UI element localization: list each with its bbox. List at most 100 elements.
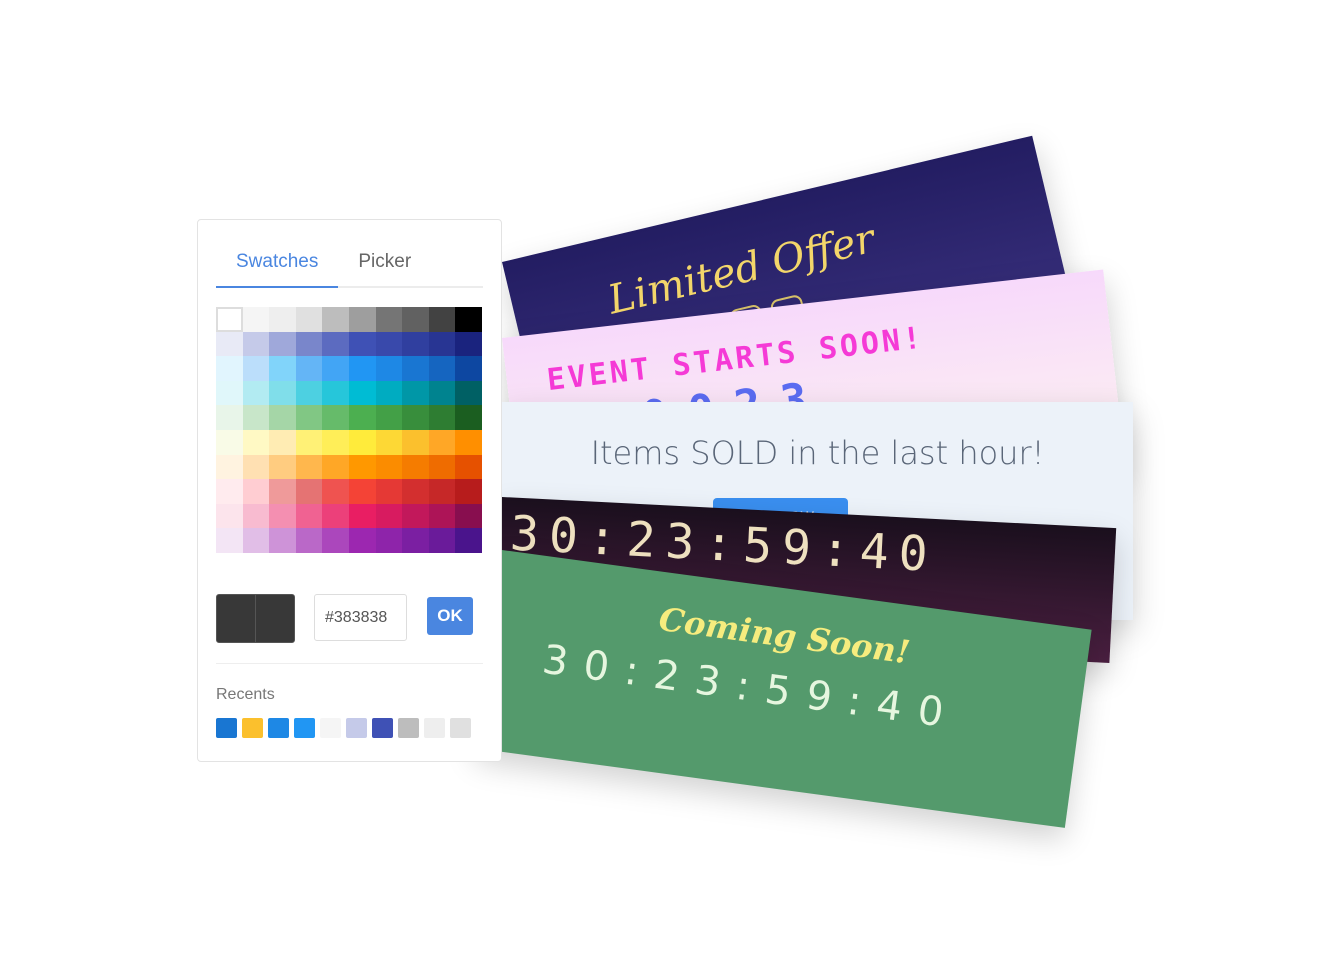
color-swatch[interactable] xyxy=(349,479,376,504)
color-swatch[interactable] xyxy=(455,454,482,480)
color-swatch[interactable] xyxy=(295,479,323,504)
color-swatch[interactable] xyxy=(402,380,429,406)
color-swatch[interactable] xyxy=(322,331,349,357)
color-swatch[interactable] xyxy=(269,454,296,480)
color-swatch[interactable] xyxy=(402,454,429,480)
color-swatch[interactable] xyxy=(295,380,323,406)
recent-color-swatch[interactable] xyxy=(216,718,237,738)
recent-color-swatch[interactable] xyxy=(242,718,263,738)
color-swatch[interactable] xyxy=(402,528,429,553)
color-swatch[interactable] xyxy=(216,356,243,381)
color-swatch[interactable] xyxy=(216,503,243,529)
color-swatch[interactable] xyxy=(216,454,243,480)
color-swatch[interactable] xyxy=(375,503,403,529)
color-swatch[interactable] xyxy=(375,356,403,381)
color-swatch[interactable] xyxy=(216,380,243,406)
color-swatch[interactable] xyxy=(295,528,323,553)
recent-color-swatch[interactable] xyxy=(294,718,315,738)
color-swatch[interactable] xyxy=(322,380,349,406)
color-swatch[interactable] xyxy=(428,307,456,332)
color-swatch[interactable] xyxy=(428,331,456,357)
color-swatch[interactable] xyxy=(269,380,296,406)
color-swatch[interactable] xyxy=(402,405,429,430)
color-swatch[interactable] xyxy=(269,356,296,381)
color-swatch[interactable] xyxy=(428,430,456,455)
color-swatch[interactable] xyxy=(428,528,456,553)
color-swatch[interactable] xyxy=(402,307,429,332)
color-swatch[interactable] xyxy=(242,503,270,529)
color-swatch[interactable] xyxy=(455,479,482,504)
color-swatch[interactable] xyxy=(349,380,376,406)
color-swatch[interactable] xyxy=(428,503,456,529)
color-swatch[interactable] xyxy=(375,528,403,553)
color-swatch[interactable] xyxy=(295,307,323,332)
color-swatch[interactable] xyxy=(269,307,296,332)
color-swatch[interactable] xyxy=(402,331,429,357)
tab-picker[interactable]: Picker xyxy=(338,242,431,288)
color-swatch[interactable] xyxy=(242,479,270,504)
color-swatch[interactable] xyxy=(322,405,349,430)
color-swatch[interactable] xyxy=(375,380,403,406)
color-swatch[interactable] xyxy=(216,528,243,553)
color-swatch[interactable] xyxy=(216,307,243,332)
color-swatch[interactable] xyxy=(242,430,270,455)
color-swatch[interactable] xyxy=(375,307,403,332)
recent-color-swatch[interactable] xyxy=(268,718,289,738)
color-swatch[interactable] xyxy=(242,380,270,406)
tab-swatches[interactable]: Swatches xyxy=(216,242,339,288)
color-swatch[interactable] xyxy=(402,479,429,504)
color-swatch[interactable] xyxy=(322,528,349,553)
recent-color-swatch[interactable] xyxy=(346,718,367,738)
color-swatch[interactable] xyxy=(375,454,403,480)
color-swatch[interactable] xyxy=(428,479,456,504)
color-swatch[interactable] xyxy=(242,331,270,357)
color-swatch[interactable] xyxy=(269,503,296,529)
color-swatch[interactable] xyxy=(349,503,376,529)
recent-color-swatch[interactable] xyxy=(450,718,471,738)
color-swatch[interactable] xyxy=(295,356,323,381)
color-swatch[interactable] xyxy=(455,380,482,406)
color-swatch[interactable] xyxy=(269,331,296,357)
color-swatch[interactable] xyxy=(242,307,270,332)
color-swatch[interactable] xyxy=(349,331,376,357)
color-swatch[interactable] xyxy=(269,528,296,553)
color-swatch[interactable] xyxy=(375,479,403,504)
color-swatch[interactable] xyxy=(349,405,376,430)
color-swatch[interactable] xyxy=(322,479,349,504)
recent-color-swatch[interactable] xyxy=(398,718,419,738)
recent-color-swatch[interactable] xyxy=(320,718,341,738)
color-swatch[interactable] xyxy=(455,430,482,455)
color-swatch[interactable] xyxy=(322,430,349,455)
color-swatch[interactable] xyxy=(402,356,429,381)
color-swatch[interactable] xyxy=(455,405,482,430)
color-swatch[interactable] xyxy=(455,356,482,381)
color-swatch[interactable] xyxy=(295,503,323,529)
color-swatch[interactable] xyxy=(349,454,376,480)
color-swatch[interactable] xyxy=(428,405,456,430)
color-swatch[interactable] xyxy=(322,454,349,480)
color-swatch[interactable] xyxy=(269,430,296,455)
color-swatch[interactable] xyxy=(402,430,429,455)
color-swatch[interactable] xyxy=(322,307,349,332)
color-swatch[interactable] xyxy=(349,430,376,455)
ok-button[interactable]: OK xyxy=(427,597,473,635)
color-swatch[interactable] xyxy=(295,405,323,430)
color-swatch[interactable] xyxy=(455,331,482,357)
color-swatch[interactable] xyxy=(455,528,482,553)
color-swatch[interactable] xyxy=(455,503,482,529)
color-swatch[interactable] xyxy=(216,430,243,455)
color-swatch[interactable] xyxy=(269,479,296,504)
color-swatch[interactable] xyxy=(322,503,349,529)
color-swatch[interactable] xyxy=(402,503,429,529)
recent-color-swatch[interactable] xyxy=(372,718,393,738)
color-swatch[interactable] xyxy=(322,356,349,381)
color-swatch[interactable] xyxy=(216,479,243,504)
color-swatch[interactable] xyxy=(216,331,243,357)
color-swatch[interactable] xyxy=(428,380,456,406)
color-swatch[interactable] xyxy=(242,405,270,430)
color-swatch[interactable] xyxy=(428,356,456,381)
color-swatch[interactable] xyxy=(295,430,323,455)
color-swatch[interactable] xyxy=(216,405,243,430)
color-swatch[interactable] xyxy=(242,528,270,553)
color-swatch[interactable] xyxy=(242,454,270,480)
